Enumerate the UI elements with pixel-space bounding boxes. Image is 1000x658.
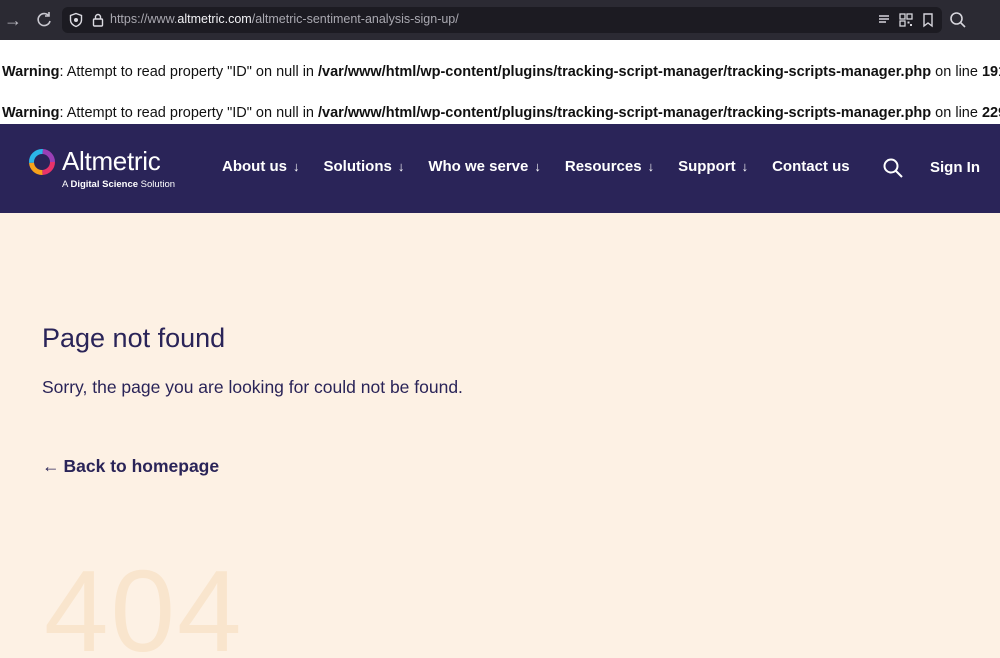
warning-line-number: 229 <box>981 105 1000 121</box>
altmetric-logo[interactable]: Altmetric A Digital Science Solution <box>28 146 178 192</box>
main-content: Page not found Sorry, the page you are l… <box>0 213 1000 658</box>
warning-path: /var/www/html/wp-content/plugins/trackin… <box>318 105 932 121</box>
page-title: Page not found <box>42 323 226 353</box>
altmetric-ring-icon <box>29 149 55 175</box>
nav-item-solutions[interactable]: Solutions ↓ <box>324 158 405 180</box>
qr-code-icon[interactable] <box>898 12 914 28</box>
url-text[interactable]: https://www.altmetric.com/altmetric-sent… <box>110 12 459 26</box>
arrow-down-icon: ↓ <box>741 159 749 174</box>
nav-item-label: Who we serve <box>428 158 529 175</box>
nav-item-label: Contact us <box>772 158 850 175</box>
arrow-left-icon: ← <box>42 456 60 476</box>
back-to-homepage-link[interactable]: ← Back to homepage <box>42 456 219 477</box>
warning-line: Warning: Attempt to read property "ID" o… <box>2 105 1000 121</box>
address-bar[interactable]: https://www.altmetric.com/altmetric-sent… <box>62 7 942 33</box>
nav-item-label: Solutions <box>323 158 392 175</box>
warning-text: : Attempt to read property "ID" on null … <box>59 105 319 121</box>
nav-item-support[interactable]: Support ↓ <box>678 158 748 180</box>
arrow-down-icon: ↓ <box>397 159 405 174</box>
logo-tag-bold: Digital Science <box>70 179 139 190</box>
warning-line-number: 191 <box>981 64 1000 80</box>
reader-view-icon[interactable] <box>876 12 892 28</box>
tracking-shield-icon[interactable] <box>68 12 84 28</box>
main-nav: About us ↓ Solutions ↓ Who we serve ↓ Resou… <box>222 158 874 180</box>
nav-item-who-we-serve[interactable]: Who we serve ↓ <box>428 158 541 180</box>
logo-tagline: A Digital Science Solution <box>62 179 175 190</box>
site-header: Altmetric A Digital Science Solution Abo… <box>0 124 1000 213</box>
nav-item-about-us[interactable]: About us ↓ <box>222 158 300 180</box>
url-domain: altmetric.com <box>177 12 252 26</box>
warning-label: Warning <box>2 105 60 121</box>
nav-item-label: Support <box>678 158 736 175</box>
nav-item-contact-us[interactable]: Contact us <box>772 158 850 180</box>
nav-item-label: About us <box>222 158 287 175</box>
browser-toolbar: → https://www.altmetric.com/altmetric-se… <box>0 0 1000 40</box>
warning-line-text: on line <box>931 64 982 80</box>
sign-in-link[interactable]: Sign In <box>930 159 980 176</box>
nav-item-label: Resources <box>564 158 642 175</box>
not-found-message: Sorry, the page you are looking for coul… <box>42 377 463 397</box>
nav-item-resources[interactable]: Resources ↓ <box>565 158 654 180</box>
warning-line-text: on line <box>931 105 982 121</box>
back-link-label: Back to homepage <box>63 456 220 476</box>
warning-label: Warning <box>2 64 60 80</box>
browser-search-icon[interactable] <box>948 9 970 31</box>
php-warnings: Warning: Attempt to read property "ID" o… <box>0 40 1000 124</box>
url-prefix: https://www. <box>110 12 178 26</box>
arrow-down-icon: ↓ <box>534 159 541 174</box>
reload-icon[interactable] <box>33 9 55 31</box>
arrow-down-icon: ↓ <box>293 159 300 174</box>
error-code-watermark: 404 <box>44 546 244 658</box>
search-icon[interactable] <box>882 157 904 179</box>
logo-name: Altmetric <box>62 146 161 176</box>
forward-icon[interactable]: → <box>2 9 24 31</box>
logo-tag-suffix: Solution <box>138 179 176 190</box>
warning-text: : Attempt to read property "ID" on null … <box>59 64 319 80</box>
warning-line: Warning: Attempt to read property "ID" o… <box>2 64 1000 80</box>
lock-icon[interactable] <box>90 12 106 28</box>
bookmark-icon[interactable] <box>920 12 936 28</box>
url-path: /altmetric-sentiment-analysis-sign-up/ <box>251 12 459 26</box>
arrow-down-icon: ↓ <box>647 159 655 174</box>
warning-path: /var/www/html/wp-content/plugins/trackin… <box>318 64 932 80</box>
